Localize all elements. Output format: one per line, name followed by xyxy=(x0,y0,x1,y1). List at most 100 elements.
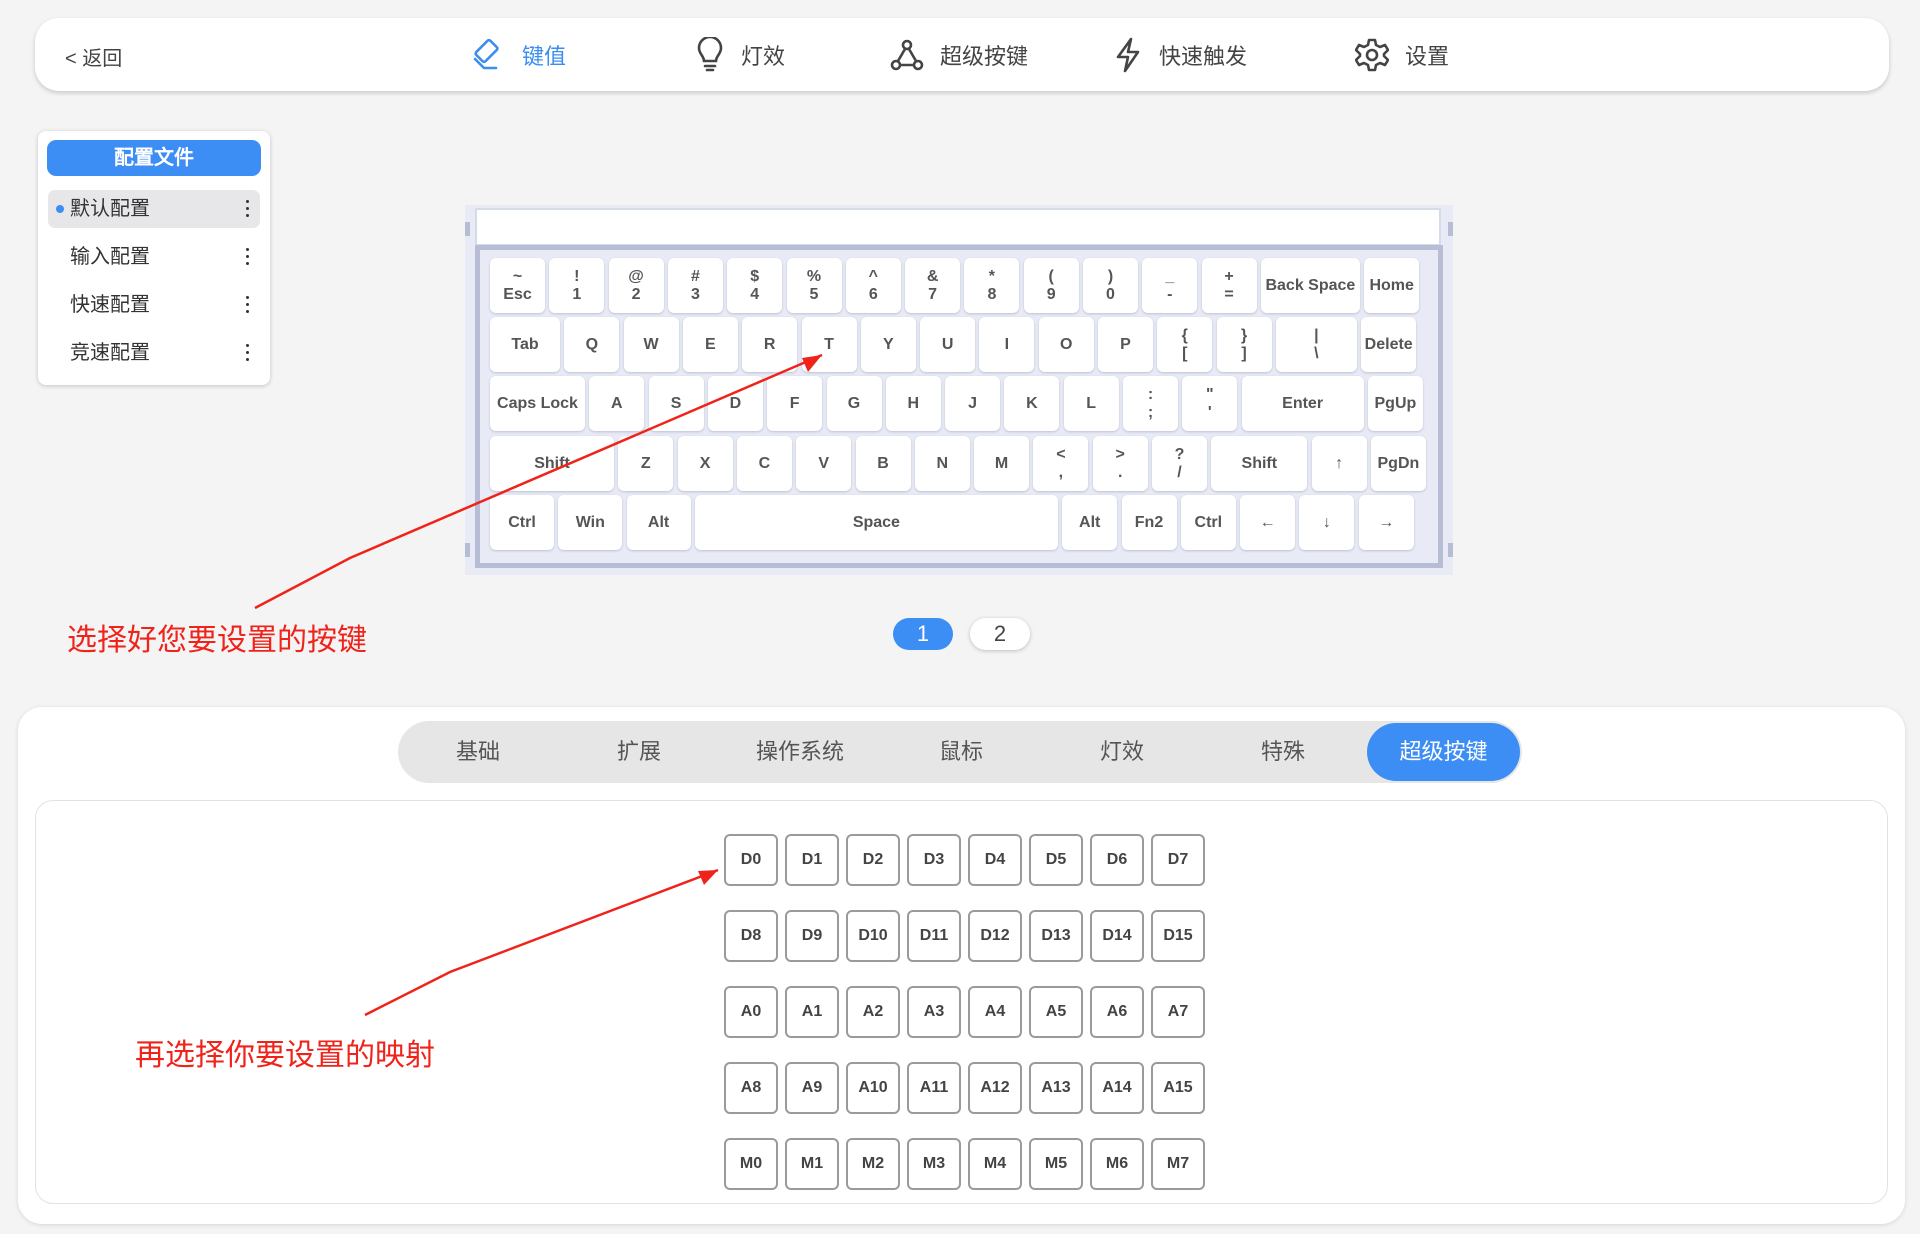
keyboard-key[interactable]: }] xyxy=(1216,317,1272,372)
mapping-key-m6[interactable]: M6 xyxy=(1090,1138,1144,1190)
tab-os[interactable]: 操作系统 xyxy=(720,721,880,783)
keyboard-key[interactable]: K xyxy=(1004,376,1060,431)
keyboard-key[interactable]: (9 xyxy=(1023,258,1079,313)
page-1-button[interactable]: 1 xyxy=(893,618,953,650)
tab-special[interactable]: 特殊 xyxy=(1203,721,1363,783)
keyboard-key[interactable]: A xyxy=(589,376,645,431)
profile-item[interactable]: 竞速配置 xyxy=(48,334,260,372)
nav-tab-lighting[interactable]: 灯效 xyxy=(695,36,785,74)
keyboard-key[interactable]: Ctrl xyxy=(490,495,554,550)
keyboard-key[interactable]: Shift xyxy=(1211,436,1308,491)
keyboard-key[interactable]: <, xyxy=(1033,436,1089,491)
keyboard-key[interactable]: $4 xyxy=(727,258,783,313)
keyboard-key[interactable]: ? / xyxy=(1152,436,1207,491)
keyboard-key[interactable]: J xyxy=(945,376,1001,431)
keyboard-key[interactable]: ← xyxy=(1240,495,1296,550)
profile-item[interactable]: 输入配置 xyxy=(48,238,260,276)
keyboard-key[interactable]: Shift xyxy=(490,436,614,491)
keyboard-key[interactable]: I xyxy=(979,317,1035,372)
more-vertical-icon[interactable] xyxy=(246,248,250,266)
mapping-key-a7[interactable]: A7 xyxy=(1151,986,1205,1038)
keyboard-key[interactable]: R xyxy=(742,317,798,372)
mapping-key-a0[interactable]: A0 xyxy=(724,986,778,1038)
keyboard-key[interactable]: PgUp xyxy=(1367,376,1423,431)
mapping-key-m2[interactable]: M2 xyxy=(846,1138,900,1190)
mapping-key-d12[interactable]: D12 xyxy=(968,910,1022,962)
keyboard-key[interactable]: | \ xyxy=(1275,317,1357,372)
back-button[interactable]: < 返回 xyxy=(65,42,122,71)
tab-mouse[interactable]: 鼠标 xyxy=(881,721,1041,783)
keyboard-key[interactable]: O xyxy=(1038,317,1094,372)
keyboard-key[interactable]: E xyxy=(682,317,738,372)
keyboard-key[interactable]: Tab xyxy=(490,317,560,372)
mapping-key-m7[interactable]: M7 xyxy=(1151,1138,1205,1190)
keyboard-key[interactable]: L xyxy=(1063,376,1119,431)
keyboard-key[interactable]: ^ 6 xyxy=(845,258,901,313)
nav-tab-super-key[interactable]: 超级按键 xyxy=(890,36,1028,74)
mapping-key-a15[interactable]: A15 xyxy=(1151,1062,1205,1114)
more-vertical-icon[interactable] xyxy=(246,200,250,218)
keyboard-key[interactable]: Caps Lock xyxy=(490,376,585,431)
mapping-key-d13[interactable]: D13 xyxy=(1029,910,1083,962)
keyboard-key[interactable]: P xyxy=(1098,317,1153,372)
more-vertical-icon[interactable] xyxy=(246,344,250,362)
keyboard-key[interactable]: → xyxy=(1358,495,1414,550)
keyboard-key[interactable]: Q xyxy=(564,317,620,372)
keyboard-key[interactable]: Home xyxy=(1364,258,1420,313)
mapping-key-a11[interactable]: A11 xyxy=(907,1062,961,1114)
mapping-key-a6[interactable]: A6 xyxy=(1090,986,1144,1038)
keyboard-key[interactable]: V xyxy=(796,436,852,491)
keyboard-key[interactable]: #3 xyxy=(667,258,723,313)
keyboard-key[interactable]: PgDn xyxy=(1370,436,1426,491)
keyboard-key[interactable]: {[ xyxy=(1157,317,1213,372)
keyboard-key[interactable]: ↑ xyxy=(1311,436,1367,491)
mapping-key-d0[interactable]: D0 xyxy=(724,834,778,886)
keyboard-key[interactable]: Y xyxy=(860,317,916,372)
keyboard-key[interactable]: F xyxy=(767,376,823,431)
keyboard-key[interactable]: >. xyxy=(1092,436,1148,491)
mapping-key-d3[interactable]: D3 xyxy=(907,834,961,886)
keyboard-key[interactable]: T xyxy=(801,317,857,372)
keyboard-key[interactable]: Enter xyxy=(1241,376,1364,431)
keyboard-key[interactable]: % 5 xyxy=(786,258,842,313)
keyboard-key[interactable]: Back Space xyxy=(1260,258,1360,313)
profile-item[interactable]: 默认配置 xyxy=(48,190,260,228)
keyboard-key[interactable]: ) 0 xyxy=(1083,258,1138,313)
mapping-key-d5[interactable]: D5 xyxy=(1029,834,1083,886)
keyboard-key[interactable]: & 7 xyxy=(905,258,961,313)
mapping-key-d14[interactable]: D14 xyxy=(1090,910,1144,962)
mapping-key-d1[interactable]: D1 xyxy=(785,834,839,886)
keyboard-key[interactable]: W xyxy=(623,317,679,372)
mapping-key-m5[interactable]: M5 xyxy=(1029,1138,1083,1190)
mapping-key-a5[interactable]: A5 xyxy=(1029,986,1083,1038)
mapping-key-a14[interactable]: A14 xyxy=(1090,1062,1144,1114)
keyboard-key[interactable]: G xyxy=(826,376,882,431)
mapping-key-d4[interactable]: D4 xyxy=(968,834,1022,886)
keyboard-key[interactable]: C xyxy=(736,436,792,491)
mapping-key-a4[interactable]: A4 xyxy=(968,986,1022,1038)
keyboard-key[interactable]: Fn2 xyxy=(1121,495,1177,550)
more-vertical-icon[interactable] xyxy=(246,296,250,314)
mapping-key-a9[interactable]: A9 xyxy=(785,1062,839,1114)
keyboard-key[interactable]: + = xyxy=(1201,258,1257,313)
page-2-button[interactable]: 2 xyxy=(970,618,1030,650)
mapping-key-d6[interactable]: D6 xyxy=(1090,834,1144,886)
keyboard-key[interactable]: ~ Esc xyxy=(490,258,545,313)
nav-tab-key-value[interactable]: 键值 xyxy=(470,36,566,74)
keyboard-key[interactable]: Alt xyxy=(1062,495,1118,550)
keyboard-key[interactable]: H xyxy=(885,376,941,431)
keyboard-key[interactable]: S xyxy=(648,376,704,431)
keyboard-key[interactable]: B xyxy=(855,436,911,491)
keyboard-key[interactable]: Delete xyxy=(1361,317,1417,372)
keyboard-key[interactable]: Alt xyxy=(626,495,691,550)
keyboard-key[interactable]: @2 xyxy=(608,258,664,313)
keyboard-key[interactable]: X xyxy=(677,436,733,491)
tab-basic[interactable]: 基础 xyxy=(398,721,558,783)
keyboard-key[interactable]: * 8 xyxy=(964,258,1020,313)
mapping-key-a2[interactable]: A2 xyxy=(846,986,900,1038)
mapping-key-a10[interactable]: A10 xyxy=(846,1062,900,1114)
mapping-key-d15[interactable]: D15 xyxy=(1151,910,1205,962)
keyboard-key[interactable]: Z xyxy=(618,436,674,491)
mapping-key-d9[interactable]: D9 xyxy=(785,910,839,962)
keyboard-key[interactable]: " ' xyxy=(1182,376,1238,431)
